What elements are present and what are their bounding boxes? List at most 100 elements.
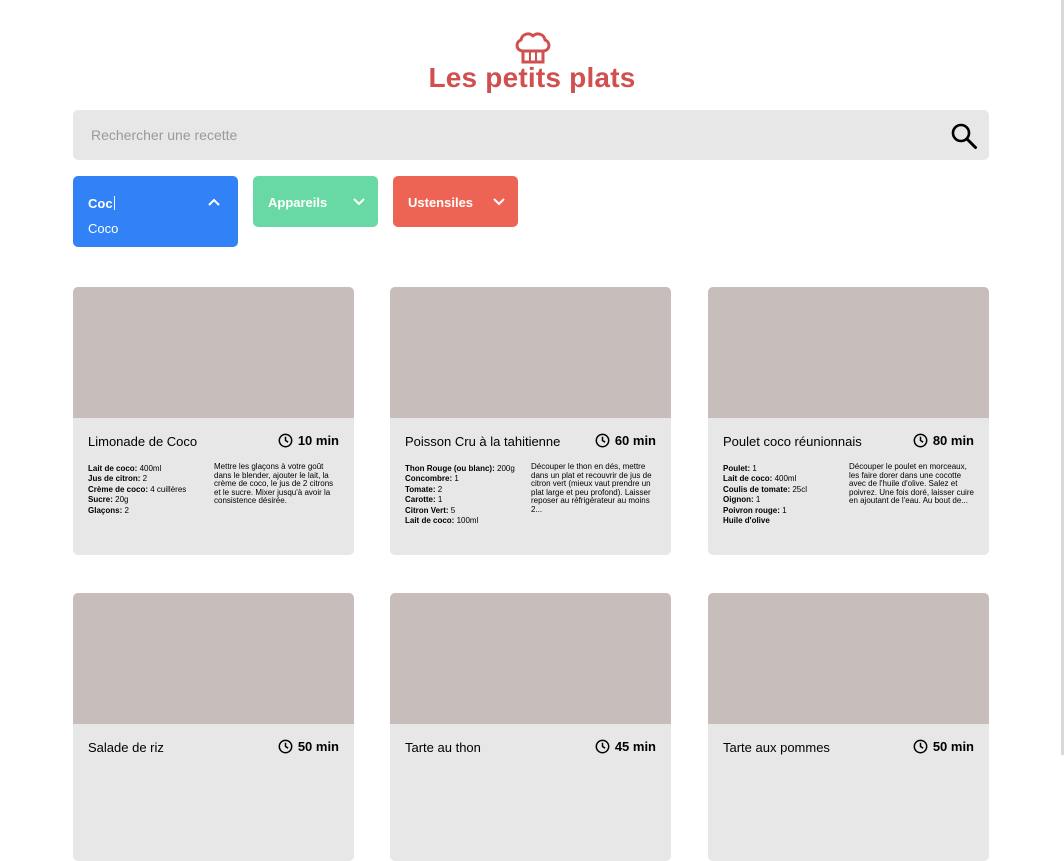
ingredient-name: Concombre:	[405, 474, 453, 484]
site-header: Les petits plats	[0, 0, 1064, 100]
ingredient-line: Carotte: 1	[405, 495, 523, 505]
chevron-down-icon[interactable]	[492, 195, 506, 209]
ingredients-filter-dropdown[interactable]: Coc Coco	[73, 176, 238, 247]
recipe-title: Salade de riz	[88, 740, 164, 755]
ingredient-name: Tomate:	[405, 484, 436, 494]
recipe-card[interactable]: Tarte au thon 45 min	[390, 593, 671, 861]
recipe-card[interactable]: Poulet coco réunionnais 80 min Poulet: 1…	[708, 287, 989, 555]
ingredient-line: Lait de coco: 400ml	[88, 464, 206, 474]
recipe-time: 60 min	[595, 433, 656, 448]
ingredient-quantity: 100ml	[454, 516, 479, 526]
recipe-card[interactable]: Poisson Cru à la tahitienne 60 min Thon …	[390, 287, 671, 555]
search-bar	[73, 110, 989, 160]
ingredient-line: Poivron rouge: 1	[723, 506, 841, 516]
ingredient-name: Coulis de tomate:	[723, 484, 791, 494]
ingredient-quantity: 1	[435, 495, 443, 505]
ingredient-name: Glaçons:	[88, 505, 123, 515]
search-icon[interactable]	[950, 122, 978, 150]
ingredient-line: Huile d'olive	[723, 516, 841, 526]
appareils-filter-button[interactable]: Appareils	[253, 176, 378, 227]
recipe-image-placeholder	[708, 593, 989, 724]
ingredient-line: Poulet: 1	[723, 464, 841, 474]
ingredient-name: Lait de coco:	[405, 516, 455, 526]
ingredient-name: Huile d'olive	[723, 516, 770, 526]
recipe-description: Découper le thon en dés, mettre dans un …	[531, 462, 652, 514]
ingredient-line: Tomate: 2	[405, 485, 523, 495]
ingredient-line: Glaçons: 2	[88, 506, 206, 516]
ingredient-name: Lait de coco:	[723, 474, 773, 484]
ingredient-quantity: 25cl	[790, 484, 808, 494]
recipe-description: Mettre les glaçons à votre goût dans le …	[214, 462, 334, 506]
ingredient-line: Jus de citron: 2	[88, 474, 206, 484]
ingredient-line: Coulis de tomate: 25cl	[723, 485, 841, 495]
ingredient-line: Concombre: 1	[405, 474, 523, 484]
ingredient-quantity: 1	[753, 495, 761, 505]
ustensiles-filter-label: Ustensiles	[408, 195, 474, 210]
ingredient-line: Thon Rouge (ou blanc): 200g	[405, 464, 523, 474]
ingredient-quantity: 200g	[494, 464, 515, 473]
ingredient-line: Lait de coco: 400ml	[723, 474, 841, 484]
ingredient-line: Lait de coco: 100ml	[405, 516, 523, 526]
clock-icon	[913, 739, 928, 754]
ingredient-name: Thon Rouge (ou blanc):	[405, 464, 495, 473]
ingredient-quantity: 1	[750, 464, 757, 473]
clock-icon	[278, 433, 293, 448]
clock-icon	[595, 739, 610, 754]
ingredient-quantity: 400ml	[772, 474, 797, 484]
recipe-title: Tarte au thon	[405, 740, 481, 755]
ingredient-name: Jus de citron:	[88, 474, 141, 484]
recipe-time: 50 min	[278, 739, 339, 754]
ingredient-name: Carotte:	[405, 495, 436, 505]
recipe-time: 50 min	[913, 739, 974, 754]
recipe-ingredients: Poulet: 1 Lait de coco: 400ml Coulis de to…	[723, 464, 841, 526]
recipe-time: 80 min	[913, 433, 974, 448]
ingredient-quantity: 1	[779, 505, 787, 515]
ingredient-name: Sucre:	[88, 495, 113, 505]
recipe-title: Poisson Cru à la tahitienne	[405, 434, 561, 449]
brand-title[interactable]: Les petits plats	[0, 62, 1064, 94]
recipe-title: Poulet coco réunionnais	[723, 434, 862, 449]
ingredient-line: Oignon: 1	[723, 495, 841, 505]
recipe-card[interactable]: Salade de riz 50 min	[73, 593, 354, 861]
ingredient-option-coco[interactable]: Coco	[88, 221, 118, 236]
ingredients-filter-input[interactable]: Coc	[88, 196, 115, 211]
appareils-filter-label: Appareils	[268, 195, 328, 210]
search-input[interactable]	[73, 110, 933, 160]
recipe-image-placeholder	[390, 593, 671, 724]
recipe-image-placeholder	[73, 593, 354, 724]
recipe-title: Tarte aux pommes	[723, 740, 830, 755]
ingredient-quantity: 2	[122, 505, 129, 515]
ingredient-quantity: 4 cuillères	[148, 484, 187, 494]
ingredient-quantity: 5	[448, 505, 456, 515]
recipe-title: Limonade de Coco	[88, 434, 198, 449]
chevron-up-icon[interactable]	[207, 195, 221, 209]
recipe-image-placeholder	[708, 287, 989, 418]
ingredient-name: Oignon:	[723, 495, 754, 505]
ingredient-line: Sucre: 20g	[88, 495, 206, 505]
text-caret	[113, 196, 115, 210]
clock-icon	[595, 433, 610, 448]
recipe-ingredients: Lait de coco: 400ml Jus de citron: 2 Crème…	[88, 464, 206, 516]
chevron-down-icon[interactable]	[352, 195, 366, 209]
ingredient-quantity: 20g	[112, 495, 129, 505]
ingredient-name: Crème de coco:	[88, 484, 149, 494]
recipe-card[interactable]: Limonade de Coco 10 min Lait de coco: 40…	[73, 287, 354, 555]
ingredient-quantity: 2	[435, 484, 443, 494]
recipe-time: 45 min	[595, 739, 656, 754]
ingredient-name: Citron Vert:	[405, 505, 449, 515]
ingredient-line: Crème de coco: 4 cuillères	[88, 485, 206, 495]
ingredient-quantity: 400ml	[137, 464, 162, 473]
ingredient-name: Lait de coco:	[88, 464, 138, 473]
recipe-card[interactable]: Tarte aux pommes 50 min	[708, 593, 989, 861]
ingredient-quantity: 1	[452, 474, 459, 484]
recipe-ingredients: Thon Rouge (ou blanc): 200g Concombre: 1T…	[405, 464, 523, 526]
ingredient-line: Citron Vert: 5	[405, 506, 523, 516]
ingredient-quantity: 2	[140, 474, 148, 484]
clock-icon	[913, 433, 928, 448]
recipe-image-placeholder	[73, 287, 354, 418]
ustensiles-filter-button[interactable]: Ustensiles	[393, 176, 518, 227]
ingredient-name: Poulet:	[723, 464, 751, 473]
recipe-time: 10 min	[278, 433, 339, 448]
recipe-description: Découper le poulet en morceaux, les fair…	[849, 462, 974, 506]
ingredient-name: Poivron rouge:	[723, 505, 780, 515]
